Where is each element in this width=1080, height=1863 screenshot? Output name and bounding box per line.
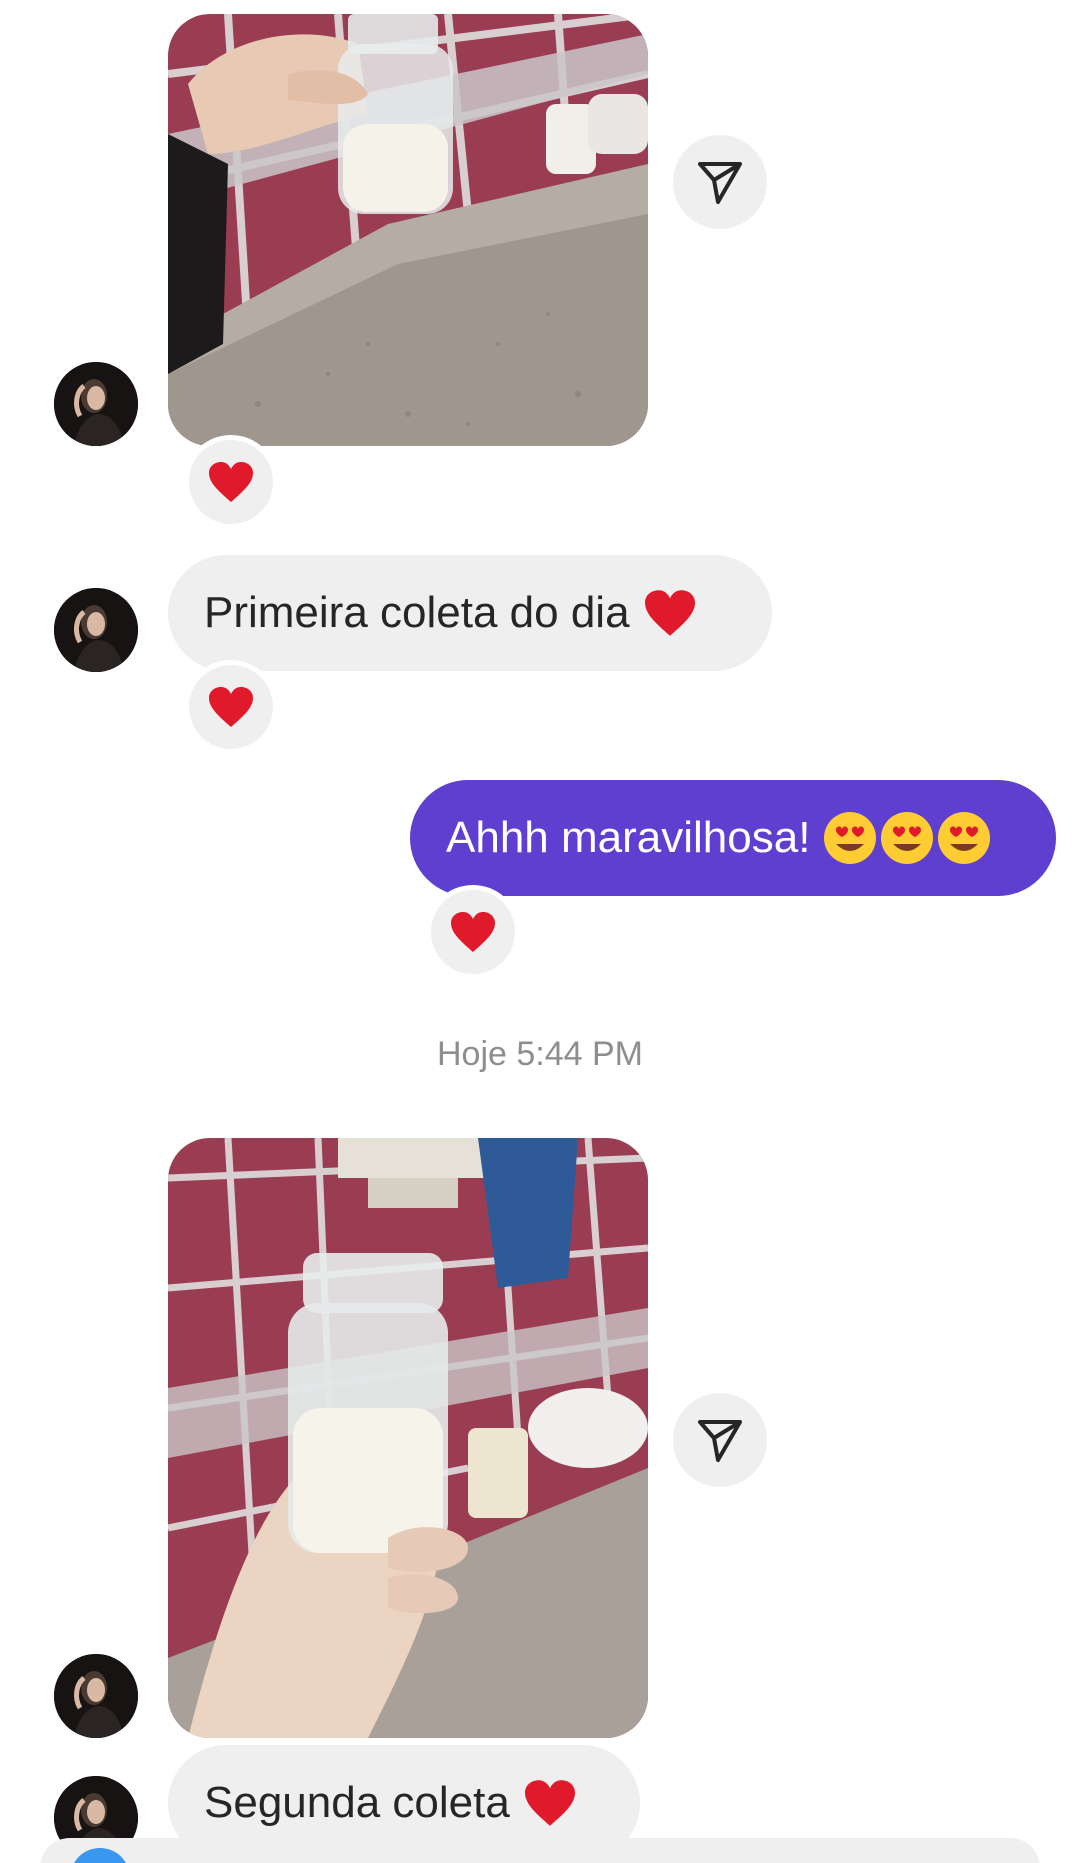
reaction-heart-2[interactable]: [184, 660, 278, 754]
message-text: Ahhh maravilhosa!: [446, 813, 811, 862]
avatar[interactable]: [54, 362, 138, 446]
photo-message-2[interactable]: [168, 1138, 648, 1738]
share-button-1[interactable]: [673, 135, 767, 229]
heart-eyes-emoji-icon: [824, 812, 991, 864]
heart-emoji-icon: [524, 1780, 575, 1826]
milk-bottle-photo-2: [168, 1138, 648, 1738]
avatar-image: [54, 588, 138, 672]
message-bubble-outgoing[interactable]: Ahhh maravilhosa!: [410, 780, 1056, 896]
heart-icon: [209, 462, 253, 502]
share-button-2[interactable]: [673, 1393, 767, 1487]
photo-message-1[interactable]: [168, 14, 648, 446]
send-icon: [698, 1420, 742, 1462]
message-text: Primeira coleta do dia: [204, 588, 630, 637]
milk-bottle-photo-1: [168, 14, 648, 446]
message-composer[interactable]: [40, 1838, 1040, 1863]
reaction-heart-3[interactable]: [426, 885, 520, 979]
heart-emoji-icon: [644, 590, 695, 636]
message-text: Segunda coleta: [204, 1778, 510, 1827]
avatar-image: [54, 362, 138, 446]
timestamp: Hoje 5:44 PM: [437, 1035, 643, 1073]
heart-icon: [451, 912, 495, 952]
send-icon: [698, 162, 742, 204]
avatar[interactable]: [54, 1654, 138, 1738]
heart-icon: [209, 687, 253, 727]
avatar[interactable]: [54, 588, 138, 672]
message-bubble-incoming[interactable]: Primeira coleta do dia: [168, 555, 772, 671]
avatar-image: [54, 1654, 138, 1738]
chat-screen: Primeira coleta do dia Ahhh maravilhosa!: [0, 0, 1080, 1863]
reaction-heart-1[interactable]: [184, 435, 278, 529]
